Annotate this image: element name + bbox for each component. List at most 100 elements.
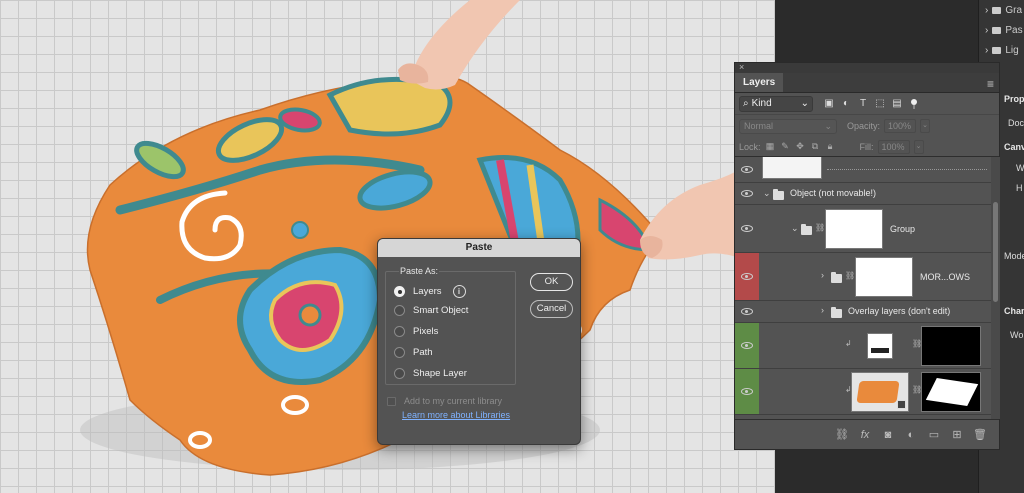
- layers-scrollbar[interactable]: [991, 157, 1000, 419]
- option-label: Layers: [413, 286, 442, 297]
- lock-move-icon[interactable]: ✥: [795, 141, 806, 152]
- bg-row-1[interactable]: › Pas: [985, 20, 1023, 40]
- visibility-toggle[interactable]: [735, 253, 759, 300]
- close-icon[interactable]: ×: [739, 62, 744, 72]
- bg-row-label: Pas: [1005, 24, 1023, 36]
- layer-row[interactable]: ⌄ Object (not movable!): [735, 183, 991, 205]
- filter-toggle-icon[interactable]: [911, 99, 917, 109]
- lock-brush-icon[interactable]: ✎: [780, 141, 791, 152]
- link-icon: ⛓: [815, 223, 826, 232]
- option-pixels[interactable]: Pixels: [394, 326, 438, 337]
- layer-name: Overlay layers (don't edit): [848, 306, 951, 316]
- visibility-toggle[interactable]: [735, 323, 759, 368]
- chevron-right-icon: ›: [985, 24, 989, 36]
- bg-row-label: Lig: [1005, 44, 1019, 56]
- mask-thumbnail[interactable]: [921, 326, 981, 366]
- adjustment-filter-icon[interactable]: ◐: [840, 98, 852, 110]
- eye-icon: [741, 225, 753, 232]
- layer-row[interactable]: ⌄ ⛓ Group: [735, 205, 991, 253]
- radio[interactable]: [394, 326, 405, 337]
- panel-menu-icon[interactable]: ≡: [987, 77, 994, 91]
- folder-icon[interactable]: ▭: [927, 428, 941, 441]
- eye-icon: [741, 342, 753, 349]
- type-filter-icon[interactable]: T: [857, 98, 869, 110]
- mask-thumbnail[interactable]: [921, 372, 981, 412]
- cancel-button[interactable]: Cancel: [530, 300, 573, 318]
- scrollbar-thumb[interactable]: [993, 202, 998, 302]
- lock-transparent-icon[interactable]: ▦: [765, 141, 776, 152]
- option-label: Shape Layer: [413, 368, 467, 379]
- smart-object-badge-icon: [897, 400, 906, 409]
- chevron-down-icon[interactable]: ⌄: [763, 188, 771, 199]
- opacity-field[interactable]: 100%: [884, 119, 917, 133]
- adjustment-icon[interactable]: ◐: [904, 429, 918, 441]
- blend-mode-select[interactable]: Normal ⌄: [739, 118, 837, 134]
- canvas-section-label: Canva: [1004, 142, 1024, 152]
- lock-row: Lock: ▦ ✎ ✥ ⧉ 🔒︎ Fill: 100% ⌄: [735, 137, 999, 157]
- info-icon[interactable]: i: [452, 285, 466, 298]
- layer-row[interactable]: [735, 157, 991, 183]
- bg-row-0[interactable]: › Gra: [985, 0, 1022, 20]
- link-icon: ⛓: [845, 271, 856, 280]
- new-layer-icon[interactable]: ⊞: [950, 428, 964, 441]
- channels-item[interactable]: Wor: [1010, 330, 1024, 340]
- layer-row[interactable]: ↲ ⛓: [735, 369, 991, 415]
- radio[interactable]: [394, 347, 405, 358]
- chevron-right-icon[interactable]: ›: [821, 305, 824, 315]
- fill-dropdown-icon[interactable]: ⌄: [913, 139, 924, 154]
- mask-icon[interactable]: ◙: [881, 429, 895, 441]
- properties-doc-label: Doc: [1008, 118, 1024, 128]
- smart-object-thumbnail: [851, 372, 909, 412]
- visibility-toggle[interactable]: [735, 157, 759, 182]
- eye-icon: [741, 166, 753, 173]
- tab-layers[interactable]: Layers: [735, 73, 784, 92]
- chevron-right-icon[interactable]: ›: [821, 270, 824, 280]
- blend-row: Normal ⌄ Opacity: 100% ⌄: [735, 115, 999, 137]
- radio[interactable]: [394, 305, 405, 316]
- eye-icon: [741, 388, 753, 395]
- lock-artboard-icon[interactable]: ⧉: [810, 141, 821, 152]
- folder-icon: [773, 189, 784, 200]
- radio-selected[interactable]: [394, 286, 405, 297]
- visibility-toggle[interactable]: [735, 183, 759, 204]
- lock-label: Lock:: [739, 141, 761, 152]
- option-shape-layer[interactable]: Shape Layer: [394, 368, 467, 379]
- learn-more-link[interactable]: Learn more about Libraries: [402, 410, 510, 420]
- visibility-toggle[interactable]: [735, 301, 759, 322]
- layers-footer: ⛓ fx ◙ ◐ ▭ ⊞ 🗑︎: [735, 419, 999, 449]
- fx-icon[interactable]: fx: [858, 429, 872, 441]
- eye-icon: [741, 190, 753, 197]
- trash-icon[interactable]: 🗑︎: [973, 428, 987, 441]
- opacity-dropdown-icon[interactable]: ⌄: [920, 119, 931, 133]
- clipping-arrow-icon: ↲: [845, 339, 852, 348]
- option-layers[interactable]: Layers i: [394, 285, 466, 298]
- layer-row[interactable]: › ⛓ MOR...OWS: [735, 253, 991, 301]
- option-smart-object[interactable]: Smart Object: [394, 305, 468, 316]
- shape-filter-icon[interactable]: ⬚: [874, 98, 886, 110]
- filter-kind-select[interactable]: ⌕ Kind ⌄: [739, 95, 813, 112]
- ok-button[interactable]: OK: [530, 273, 573, 291]
- bg-row-2[interactable]: › Lig: [985, 40, 1019, 60]
- chevron-down-icon[interactable]: ⌄: [791, 223, 799, 234]
- folder-icon: [992, 6, 1002, 14]
- link-icon[interactable]: ⛓: [835, 428, 849, 441]
- fill-label: Fill:: [859, 141, 874, 152]
- chevron-right-icon: ›: [985, 44, 989, 56]
- radio[interactable]: [394, 368, 405, 379]
- fill-field[interactable]: 100%: [877, 139, 910, 154]
- visibility-toggle[interactable]: [735, 205, 759, 252]
- layer-thumbnail: [762, 157, 822, 179]
- add-to-library-checkbox[interactable]: [387, 396, 396, 406]
- visibility-toggle[interactable]: [735, 369, 759, 414]
- add-to-library-label: Add to my current library: [404, 396, 503, 406]
- layer-row[interactable]: ↲ ⛓: [735, 323, 991, 369]
- layer-thumbnail: [855, 257, 913, 297]
- lock-all-icon[interactable]: 🔒︎: [825, 141, 836, 152]
- layer-row[interactable]: › Overlay layers (don't edit): [735, 301, 991, 323]
- smart-object-filter-icon[interactable]: ▤: [891, 98, 903, 110]
- channels-panel-title: Channels: [1004, 306, 1024, 316]
- chevron-right-icon: ›: [985, 4, 989, 16]
- pixel-filter-icon[interactable]: ▣: [823, 98, 835, 110]
- option-path[interactable]: Path: [394, 347, 433, 358]
- panel-drag-bar[interactable]: ×: [735, 62, 999, 73]
